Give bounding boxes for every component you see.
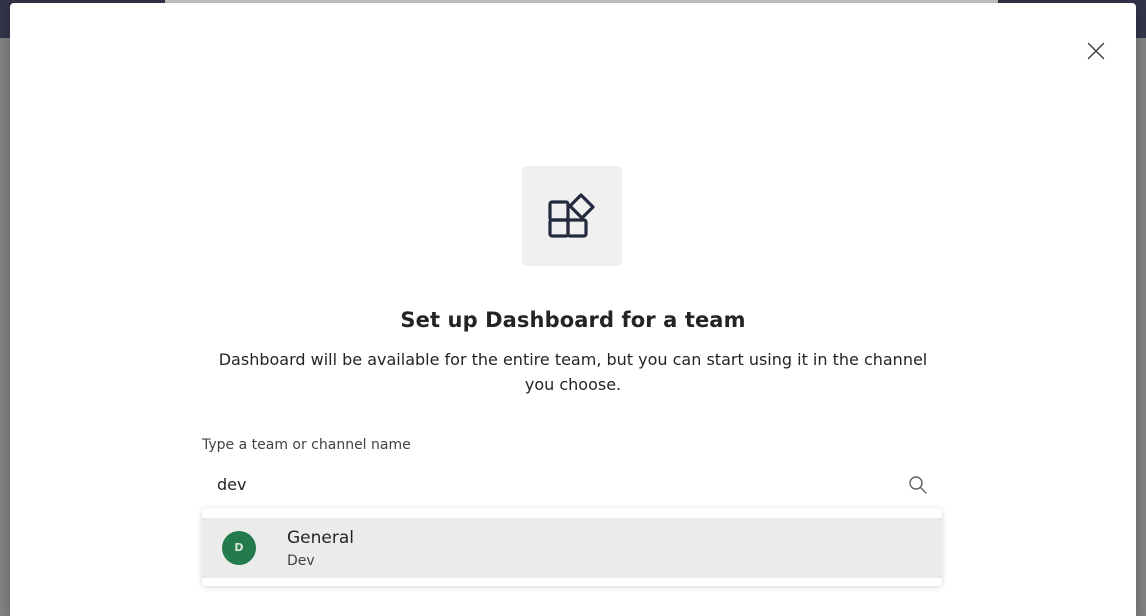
team-name: Dev xyxy=(287,553,315,569)
dialog-title: Set up Dashboard for a team xyxy=(400,308,746,332)
close-icon xyxy=(1087,42,1105,60)
result-item-general[interactable]: D General Dev xyxy=(202,518,942,578)
team-avatar: D xyxy=(222,531,256,565)
search-field xyxy=(202,468,942,500)
team-channel-search-input[interactable] xyxy=(202,468,907,500)
search-icon[interactable] xyxy=(908,475,928,495)
apps-add-in-icon xyxy=(548,193,595,238)
dialog-description: Dashboard will be available for the enti… xyxy=(218,350,928,394)
search-field-label: Type a team or channel name xyxy=(202,437,411,453)
close-button[interactable] xyxy=(1084,39,1108,63)
search-results-dropdown: D General Dev xyxy=(202,508,942,586)
app-icon-tile xyxy=(522,166,622,266)
channel-name: General xyxy=(287,528,354,548)
setup-dialog: Set up Dashboard for a team Dashboard wi… xyxy=(10,3,1136,616)
